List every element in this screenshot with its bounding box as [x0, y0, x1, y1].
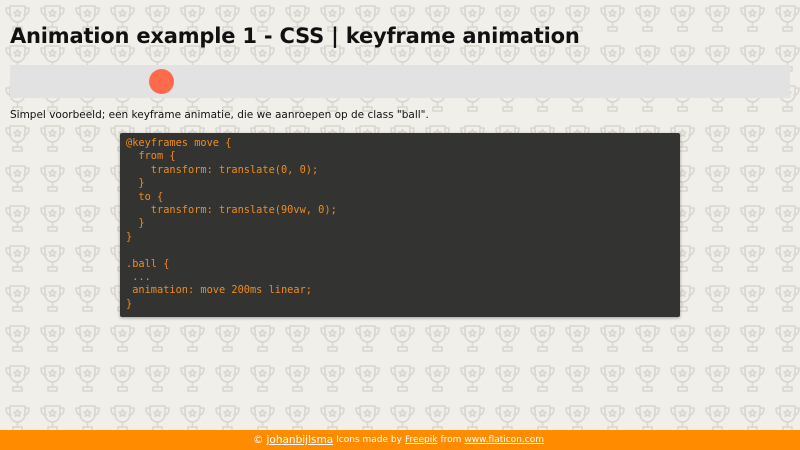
description-text: Simpel voorbeeld; een keyframe animatie,…: [10, 109, 429, 121]
code-line: }: [126, 177, 145, 190]
page-title: Animation example 1 - CSS | keyframe ani…: [10, 24, 580, 48]
code-line: }: [126, 297, 133, 310]
code-line: to {: [126, 190, 164, 203]
animated-ball: [149, 69, 174, 94]
code-line: }: [126, 230, 133, 243]
flaticon-link[interactable]: www.flaticon.com: [464, 435, 544, 445]
footer: © johanbijlsma Icons made by Freepik fro…: [0, 430, 800, 450]
code-line: ...: [126, 270, 151, 283]
code-line: }: [126, 217, 145, 230]
freepik-link[interactable]: Freepik: [405, 435, 438, 445]
credit-from: from: [440, 435, 462, 445]
animation-track: [10, 65, 790, 98]
code-line: transform: translate(0, 0);: [126, 163, 319, 176]
code-line: @keyframes move {: [126, 137, 232, 149]
credit-prefix: Icons made by: [336, 435, 402, 445]
author-link[interactable]: johanbijlsma: [267, 434, 334, 446]
copyright-symbol: ©: [253, 434, 264, 446]
code-block: @keyframes move { from { transform: tran…: [120, 133, 680, 317]
code-line: from {: [126, 150, 176, 163]
code-line: transform: translate(90vw, 0);: [126, 203, 337, 216]
code-line: .ball {: [126, 257, 170, 270]
code-line: animation: move 200ms linear;: [126, 284, 312, 297]
